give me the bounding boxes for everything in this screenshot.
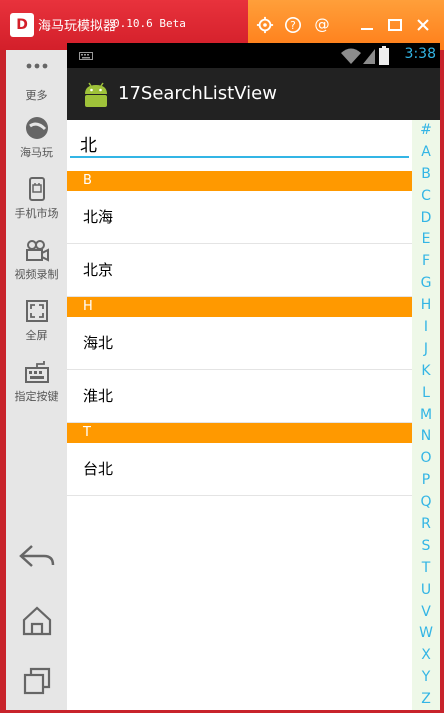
section-header-t: T [67, 423, 440, 443]
list-item[interactable]: 北京 [67, 244, 440, 297]
sidebar-item-haima[interactable]: 海马玩 [6, 115, 67, 160]
emulator-version: 0.10.6 Beta [113, 17, 186, 30]
video-record-icon [25, 240, 49, 262]
at-icon[interactable]: @ [310, 12, 334, 38]
battery-icon [379, 46, 389, 65]
index-letter[interactable]: J [412, 339, 440, 361]
sidebar-item-more[interactable]: 更多 [6, 58, 67, 103]
index-letter[interactable]: Q [412, 492, 440, 514]
index-letter[interactable]: D [412, 208, 440, 230]
nav-back-button[interactable] [6, 542, 67, 572]
keyboard-icon [24, 361, 49, 383]
sidebar-item-fullscreen[interactable]: 全屏 [6, 298, 67, 343]
index-letter[interactable]: H [412, 295, 440, 317]
index-letter[interactable]: O [412, 448, 440, 470]
index-letter[interactable]: S [412, 536, 440, 558]
nav-recents-button[interactable] [6, 666, 67, 696]
maximize-icon[interactable] [383, 12, 407, 38]
list-item[interactable]: 淮北 [67, 370, 440, 423]
index-letter[interactable]: F [412, 251, 440, 273]
emulator-app-name: 海马玩模拟器 [38, 19, 117, 34]
search-input[interactable] [70, 130, 409, 158]
sidebar-label: 手机市场 [14, 207, 59, 220]
index-letter[interactable]: E [412, 229, 440, 251]
back-icon [18, 545, 54, 567]
index-letter[interactable]: C [412, 186, 440, 208]
emulator-window: D 海马玩模拟器 0.10.6 Beta ? @ 更多 海马玩 手机市场 视频录… [0, 0, 444, 713]
status-bar: 3:38 [67, 43, 440, 68]
action-bar: 17SearchListView [67, 68, 440, 120]
section-header-b: B [67, 171, 440, 191]
help-icon[interactable]: ? [281, 12, 305, 38]
page-title: 17SearchListView [118, 83, 277, 104]
sidebar-label: 更多 [25, 89, 48, 102]
android-screen: 3:38 17SearchListView B 北海 北京 H 海北 淮北 T … [67, 43, 440, 710]
index-letter[interactable]: X [412, 645, 440, 667]
more-dots-icon [26, 63, 47, 69]
index-letter[interactable]: P [412, 470, 440, 492]
index-letter[interactable]: I [412, 317, 440, 339]
haima-logo-icon [25, 117, 48, 139]
status-time: 3:38 [404, 46, 436, 62]
sidebar-item-video-record[interactable]: 视频录制 [6, 237, 67, 282]
index-letter[interactable]: L [412, 383, 440, 405]
alphabet-index-bar[interactable]: # A B C D E F G H I J K L M N O P Q R S … [412, 120, 440, 710]
index-letter[interactable]: R [412, 514, 440, 536]
window-border-right [440, 50, 444, 713]
index-letter[interactable]: M [412, 405, 440, 427]
index-letter[interactable]: U [412, 580, 440, 602]
android-app-icon [85, 82, 107, 107]
index-letter[interactable]: T [412, 558, 440, 580]
list-item[interactable]: 台北 [67, 443, 440, 496]
emulator-sidebar: 更多 海马玩 手机市场 视频录制 全屏 指定按键 [6, 50, 67, 710]
svg-text:?: ? [290, 19, 296, 32]
sidebar-item-keymap[interactable]: 指定按键 [6, 359, 67, 404]
index-letter[interactable]: A [412, 142, 440, 164]
market-icon [28, 177, 45, 201]
index-letter[interactable]: Z [412, 689, 440, 710]
wifi-icon [341, 48, 361, 64]
index-letter[interactable]: Y [412, 667, 440, 689]
settings-icon[interactable] [253, 12, 277, 38]
sidebar-label: 视频录制 [14, 268, 59, 281]
sidebar-label: 海马玩 [20, 146, 53, 159]
index-letter[interactable]: N [412, 426, 440, 448]
search-result-list: B 北海 北京 H 海北 淮北 T 台北 [67, 171, 440, 496]
nav-home-button[interactable] [6, 605, 67, 637]
recents-icon [23, 667, 50, 695]
svg-text:@: @ [314, 16, 329, 34]
minimize-icon[interactable] [355, 12, 379, 38]
index-letter[interactable]: B [412, 164, 440, 186]
index-letter[interactable]: G [412, 273, 440, 295]
list-item[interactable]: 北海 [67, 191, 440, 244]
close-icon[interactable] [411, 12, 435, 38]
emulator-logo-icon: D [10, 13, 34, 37]
index-letter[interactable]: W [412, 623, 440, 645]
index-letter[interactable]: V [412, 602, 440, 624]
sidebar-label: 全屏 [25, 329, 48, 342]
list-item[interactable]: 海北 [67, 317, 440, 370]
sidebar-item-market[interactable]: 手机市场 [6, 176, 67, 221]
home-icon [22, 606, 51, 636]
fullscreen-icon [25, 300, 48, 322]
keyboard-indicator-icon [79, 52, 93, 60]
sidebar-label: 指定按键 [14, 390, 59, 403]
index-letter[interactable]: # [412, 120, 440, 142]
section-header-h: H [67, 297, 440, 317]
index-letter[interactable]: K [412, 361, 440, 383]
signal-icon [363, 49, 375, 64]
